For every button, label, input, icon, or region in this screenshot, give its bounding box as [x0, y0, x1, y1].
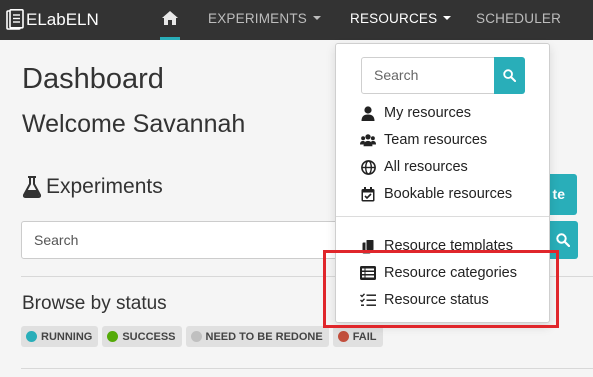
menu-item-team-resources[interactable]: Team resources	[360, 129, 487, 151]
nav-home[interactable]	[160, 0, 180, 40]
resources-search-input[interactable]: Search	[361, 57, 495, 94]
status-label: FAIL	[352, 330, 377, 343]
menu-item-all-resources[interactable]: All resources	[360, 156, 468, 178]
nav-resources-label: RESOURCES	[350, 11, 438, 26]
status-color-dot	[26, 331, 37, 342]
browse-by-status-heading: Browse by status	[22, 293, 167, 314]
welcome-message: Welcome Savannah	[22, 110, 246, 138]
status-color-dot	[190, 331, 202, 342]
status-label: NEED TO BE REDONE	[205, 330, 323, 343]
nav-resources[interactable]: RESOURCES	[350, 0, 452, 40]
top-navbar: ELabELN EXPERIMENTS RESOURCES SCHEDULER	[0, 0, 593, 40]
brand-name: ELabELN	[26, 10, 99, 29]
resources-search-button[interactable]	[494, 57, 525, 94]
menu-divider	[336, 216, 549, 217]
chevron-down-icon	[312, 16, 321, 21]
users-icon	[360, 132, 376, 148]
nav-experiments-label: EXPERIMENTS	[208, 11, 307, 26]
nav-scheduler[interactable]: SCHEDULER	[476, 0, 561, 40]
menu-item-my-resources[interactable]: My resources	[360, 102, 471, 124]
nav-experiments[interactable]: EXPERIMENTS	[208, 0, 321, 40]
experiments-heading-label: Experiments	[46, 175, 163, 198]
globe-icon	[360, 159, 376, 175]
menu-item-label: All resources	[384, 159, 468, 175]
menu-item-label: Team resources	[384, 132, 488, 148]
status-running[interactable]: RUNNING	[21, 326, 99, 347]
status-color-dot	[337, 331, 349, 342]
menu-item-label: Bookable resources	[384, 186, 513, 202]
status-color-dot	[107, 331, 119, 342]
chevron-down-icon	[443, 16, 452, 21]
status-label: SUCCESS	[122, 330, 176, 343]
search-icon	[503, 69, 516, 82]
status-success[interactable]: SUCCESS	[102, 326, 182, 347]
section-divider	[21, 368, 593, 369]
experiments-heading: Experiments	[22, 175, 163, 199]
page-title: Dashboard	[22, 63, 164, 95]
status-filter-list: RUNNING SUCCESS NEED TO BE REDONE FAIL	[21, 326, 383, 347]
nav-scheduler-label: SCHEDULER	[476, 11, 562, 26]
status-fail[interactable]: FAIL	[332, 326, 383, 347]
menu-item-bookable-resources[interactable]: Bookable resources	[360, 183, 512, 205]
active-tab-indicator	[160, 37, 180, 40]
highlight-box	[323, 250, 559, 328]
menu-item-label: My resources	[384, 105, 472, 121]
flask-icon	[22, 176, 42, 198]
status-need-to-be-redone[interactable]: NEED TO BE REDONE	[185, 326, 329, 347]
logo-icon	[6, 9, 24, 30]
search-icon	[556, 233, 570, 247]
calendar-check-icon	[360, 186, 376, 202]
status-label: RUNNING	[41, 330, 93, 343]
brand-logo[interactable]: ELabELN	[6, 7, 99, 33]
home-icon	[162, 11, 178, 25]
user-icon	[360, 105, 376, 121]
